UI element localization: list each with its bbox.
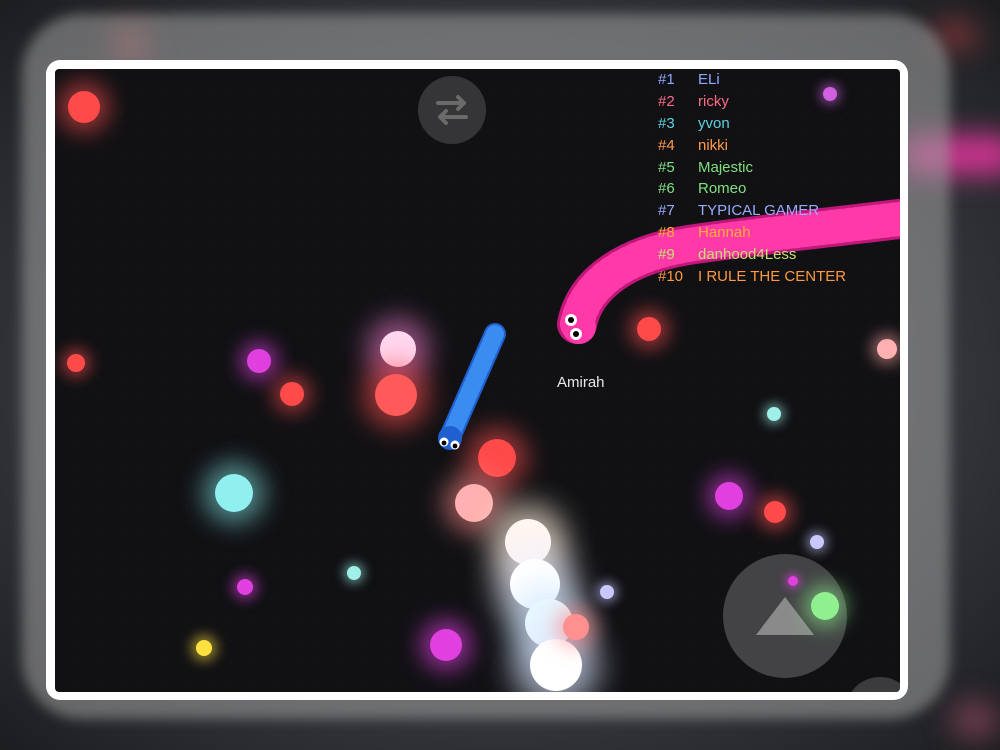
leaderboard-rank: #10: [658, 267, 684, 285]
leaderboard: #1 ELi #2 ricky #3 yvon #4 nikki #5 Majestic #6 Rom…: [658, 69, 900, 287]
leaderboard-rank: #9: [658, 245, 675, 263]
leaderboard-row: #8 Hannah: [658, 222, 900, 244]
leaderboard-name: Romeo: [698, 180, 747, 198]
leaderboard-name: ELi: [698, 71, 720, 89]
leaderboard-row: #7 TYPICAL GAMER: [658, 200, 900, 222]
leaderboard-rank: #8: [658, 223, 675, 241]
player-name-label: Amirah: [557, 374, 605, 391]
leaderboard-rank: #4: [658, 136, 675, 154]
leaderboard-row: #9 danhood4Less: [658, 243, 900, 265]
food-orb: [811, 592, 839, 620]
blurred-orb: [950, 700, 1000, 740]
leaderboard-name: danhood4Less: [698, 245, 797, 263]
leaderboard-row: #10 I RULE THE CENTER: [658, 265, 900, 287]
leaderboard-name: I RULE THE CENTER: [698, 267, 847, 285]
leaderboard-name: yvon: [698, 114, 730, 132]
game-canvas[interactable]: #1 ELi #2 ricky #3 yvon #4 nikki #5 Majestic #6 Rom…: [55, 69, 900, 692]
leaderboard-row: #5 Majestic: [658, 156, 900, 178]
leaderboard-name: ricky: [698, 93, 729, 111]
leaderboard-row: #2 ricky: [658, 91, 900, 113]
leaderboard-rank: #6: [658, 180, 675, 198]
swap-button[interactable]: [418, 76, 486, 144]
leaderboard-name: Majestic: [698, 158, 754, 176]
leaderboard-rank: #5: [658, 158, 675, 176]
up-triangle-icon: [756, 597, 814, 635]
swap-arrows-icon: [436, 95, 468, 125]
leaderboard-row: #3 yvon: [658, 113, 900, 135]
leaderboard-rank: #1: [658, 71, 675, 89]
leaderboard-row: #4 nikki: [658, 134, 900, 156]
leaderboard-rank: #7: [658, 202, 675, 220]
leaderboard-rank: #2: [658, 93, 675, 111]
leaderboard-name: nikki: [698, 136, 729, 154]
leaderboard-name: Hannah: [698, 223, 751, 241]
leaderboard-row: #6 Romeo: [658, 178, 900, 200]
food-orb: [788, 576, 798, 586]
leaderboard-name: TYPICAL GAMER: [698, 202, 820, 220]
leaderboard-rank: #3: [658, 114, 675, 132]
joystick-control[interactable]: [723, 554, 847, 678]
leaderboard-row: #1 ELi: [658, 69, 900, 91]
